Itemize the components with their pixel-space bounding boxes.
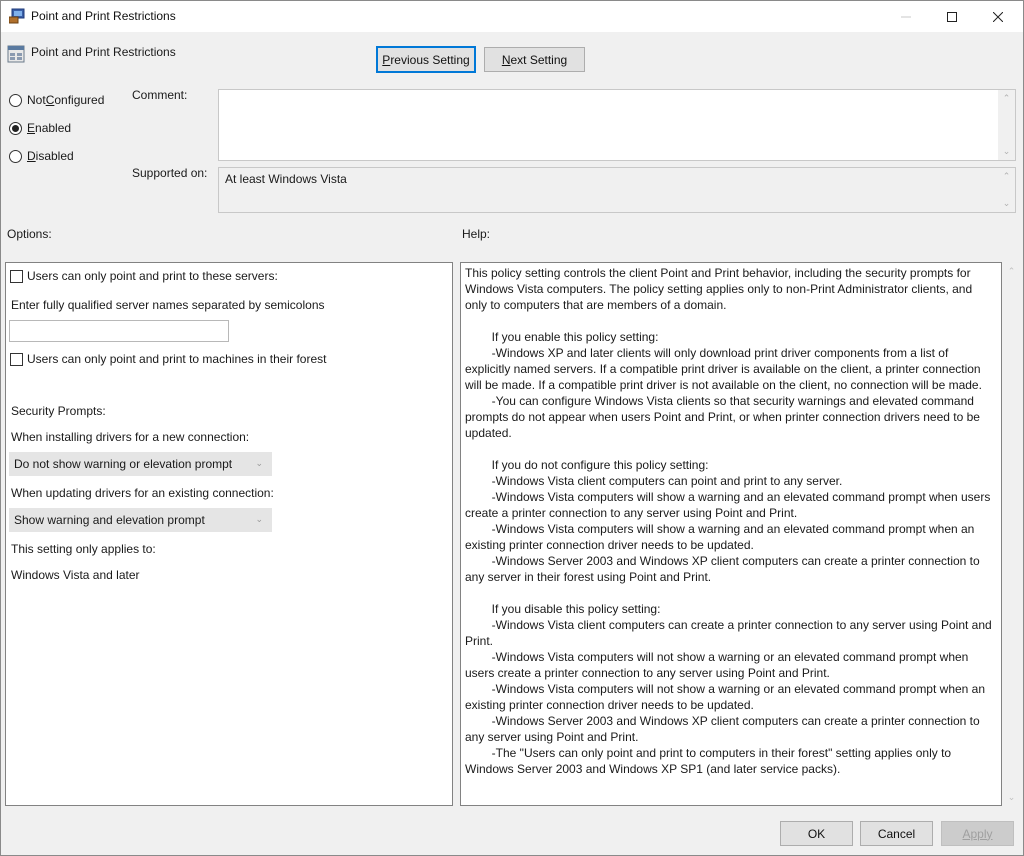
- checkbox-restrict-forest[interactable]: Users can only point and print to machin…: [10, 352, 326, 366]
- radio-enabled-circle[interactable]: [9, 121, 22, 135]
- scroll-up-icon[interactable]: ⌃: [1003, 263, 1020, 280]
- policy-setting-icon: [7, 45, 25, 63]
- supported-on-field: At least Windows Vista ⌃ ⌄: [218, 167, 1016, 213]
- ok-button[interactable]: OK: [780, 821, 853, 846]
- new-connection-selected: Do not show warning or elevation prompt: [14, 457, 233, 471]
- radio-label-part: nabled: [35, 121, 72, 135]
- scroll-down-icon[interactable]: ⌄: [1003, 789, 1020, 806]
- radio-label-part: isabled: [35, 149, 74, 163]
- options-panel: Users can only point and print to these …: [5, 262, 453, 806]
- next-setting-button[interactable]: Next Setting: [484, 47, 585, 72]
- title-bar: Point and Print Restrictions: [1, 1, 1023, 32]
- new-connection-dropdown[interactable]: Do not show warning or elevation prompt …: [9, 452, 272, 476]
- existing-connection-dropdown[interactable]: Show warning and elevation prompt ⌄: [9, 508, 272, 532]
- scroll-down-icon[interactable]: ⌄: [998, 195, 1015, 212]
- comment-label: Comment:: [132, 88, 188, 102]
- chevron-down-icon: ⌄: [255, 514, 263, 524]
- checkbox-restrict-servers[interactable]: Users can only point and print to these …: [10, 269, 278, 283]
- maximize-button[interactable]: [929, 1, 975, 32]
- group-policy-editor-icon: [8, 8, 27, 24]
- supported-on-scrollbar[interactable]: ⌃ ⌄: [998, 168, 1015, 212]
- checkbox-restrict-servers-box[interactable]: [10, 269, 23, 283]
- applies-to-value: Windows Vista and later: [11, 568, 140, 582]
- options-label: Options:: [7, 227, 52, 241]
- comment-textarea[interactable]: ⌃ ⌄: [218, 89, 1016, 161]
- radio-label-part: onfigured: [54, 93, 105, 107]
- close-icon: [993, 11, 1003, 22]
- cancel-button[interactable]: Cancel: [860, 821, 933, 846]
- window-title: Point and Print Restrictions: [31, 9, 176, 23]
- next-label: ext Setting: [510, 52, 568, 67]
- server-names-hint: Enter fully qualified server names separ…: [11, 298, 325, 312]
- next-accel: N: [501, 52, 511, 67]
- applies-to-label: This setting only applies to:: [11, 542, 156, 556]
- radio-label-accel: C: [45, 93, 55, 107]
- radio-disabled[interactable]: Disabled: [9, 149, 74, 163]
- dialog-window: Point and Print Restrictions Point and P…: [0, 0, 1024, 856]
- scroll-up-icon[interactable]: ⌃: [998, 90, 1015, 107]
- existing-connection-selected: Show warning and elevation prompt: [14, 513, 205, 527]
- server-names-input[interactable]: [9, 320, 229, 342]
- radio-label-part: Not: [27, 93, 46, 107]
- radio-not-configured[interactable]: Not Configured: [9, 93, 104, 107]
- checkbox-restrict-forest-label: Users can only point and print to machin…: [27, 352, 327, 366]
- radio-enabled[interactable]: Enabled: [9, 121, 71, 135]
- radio-label-accel: D: [27, 149, 36, 163]
- checkbox-restrict-forest-box[interactable]: [10, 352, 23, 366]
- scroll-up-icon[interactable]: ⌃: [998, 168, 1015, 185]
- maximize-icon: [947, 11, 957, 22]
- minimize-icon: [901, 16, 911, 17]
- security-prompts-label: Security Prompts:: [11, 404, 106, 418]
- radio-disabled-circle[interactable]: [9, 149, 22, 163]
- policy-name: Point and Print Restrictions: [31, 45, 176, 59]
- help-panel: This policy setting controls the client …: [460, 262, 1002, 806]
- new-connection-label: When installing drivers for a new connec…: [11, 430, 250, 444]
- help-label: Help:: [462, 227, 491, 241]
- existing-connection-label: When updating drivers for an existing co…: [11, 486, 274, 500]
- supported-on-label: Supported on:: [132, 166, 208, 180]
- comment-scrollbar[interactable]: ⌃ ⌄: [998, 90, 1015, 160]
- help-text: This policy setting controls the client …: [465, 266, 992, 776]
- scroll-down-icon[interactable]: ⌄: [998, 143, 1015, 160]
- close-button[interactable]: [975, 1, 1021, 32]
- previous-label: revious Setting: [390, 52, 470, 67]
- radio-not-configured-circle[interactable]: [9, 93, 22, 107]
- radio-label-accel: E: [27, 121, 36, 135]
- previous-setting-button[interactable]: Previous Setting: [376, 46, 476, 73]
- supported-on-value: At least Windows Vista: [225, 172, 347, 186]
- ok-label: OK: [807, 826, 826, 841]
- cancel-label: Cancel: [877, 826, 916, 841]
- apply-label: Apply: [962, 826, 993, 841]
- apply-button[interactable]: Apply: [941, 821, 1014, 846]
- help-scrollbar[interactable]: ⌃ ⌄: [1003, 263, 1020, 806]
- chevron-down-icon: ⌄: [255, 458, 263, 468]
- minimize-button[interactable]: [883, 1, 929, 32]
- checkbox-restrict-servers-label: Users can only point and print to these …: [27, 269, 278, 283]
- previous-accel: P: [382, 52, 391, 67]
